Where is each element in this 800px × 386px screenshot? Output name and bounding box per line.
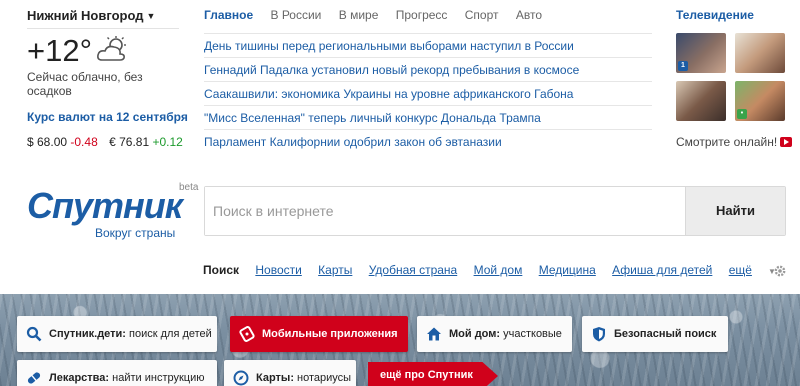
tv-channel-thumbnail[interactable]: 1 xyxy=(676,33,726,73)
tv-channel-thumbnail[interactable]: • xyxy=(735,81,785,121)
home-icon xyxy=(427,327,441,341)
search-button[interactable]: Найти xyxy=(685,187,785,235)
partly-cloudy-icon xyxy=(97,36,126,61)
watch-online-label: Смотрите онлайн! xyxy=(676,135,778,149)
news-tabs: Главное В России В мире Прогресс Спорт А… xyxy=(204,8,556,22)
services-more-link[interactable]: ещё xyxy=(729,263,752,277)
rates-title-link[interactable]: Курс валют на 12 сентября xyxy=(27,110,188,124)
news-item[interactable]: "Мисс Вселенная" теперь личный конкурс Д… xyxy=(204,105,652,129)
usd-change: -0.48 xyxy=(70,135,98,149)
tab-russia[interactable]: В России xyxy=(270,8,321,22)
news-list: День тишины перед региональными выборами… xyxy=(204,33,652,153)
news-item[interactable]: Парламент Калифорнии одобрил закон об эв… xyxy=(204,129,652,153)
search-input[interactable] xyxy=(205,187,687,235)
service-search: Поиск xyxy=(203,263,240,277)
tab-world[interactable]: В мире xyxy=(339,8,379,22)
service-news[interactable]: Новости xyxy=(255,263,301,277)
tv-title-link[interactable]: Телевидение xyxy=(676,8,754,22)
tile-my-home[interactable]: Мой дом: участковые xyxy=(417,316,572,352)
news-item[interactable]: Саакашвили: экономика Украины на уровне … xyxy=(204,81,652,105)
search-icon xyxy=(26,326,42,342)
tile-maps-notaries[interactable]: Карты: нотариусы xyxy=(224,360,356,386)
services-nav: Поиск Новости Карты Удобная страна Мой д… xyxy=(203,263,776,277)
service-maps[interactable]: Карты xyxy=(318,263,352,277)
news-item[interactable]: День тишины перед региональными выборами… xyxy=(204,33,652,57)
eur-rate: € 76.81 xyxy=(109,135,150,149)
divider xyxy=(27,28,179,29)
tile-mobile-apps[interactable]: Мобильные приложения xyxy=(230,316,408,352)
usd-rate: $ 68.00 xyxy=(27,135,68,149)
tile-title: Спутник.дети: xyxy=(49,328,126,340)
logo-tagline: Вокруг страны xyxy=(95,226,176,240)
search-form: Найти xyxy=(204,186,786,236)
currency-rates: $ 68.00 -0.48 € 76.81 +0.12 xyxy=(27,135,183,149)
tile-subtitle: участковые xyxy=(500,328,562,340)
service-kids-events[interactable]: Афиша для детей xyxy=(612,263,712,277)
logo-name: Спутник xyxy=(27,185,183,226)
mobile-app-icon xyxy=(239,326,255,342)
gear-icon[interactable] xyxy=(773,264,787,278)
tab-main[interactable]: Главное xyxy=(204,8,253,22)
pill-icon xyxy=(27,372,41,384)
tile-title: Мой дом: xyxy=(449,328,501,340)
tile-subtitle: найти инструкцию xyxy=(109,372,205,384)
tile-kids-search[interactable]: Спутник.дети: поиск для детей xyxy=(17,316,217,352)
city-name: Нижний Новгород xyxy=(27,8,144,23)
beta-badge: beta xyxy=(179,182,199,193)
tab-progress[interactable]: Прогресс xyxy=(396,8,448,22)
shield-icon xyxy=(593,327,605,342)
tile-subtitle: поиск для детей xyxy=(125,328,212,340)
weather-description: Сейчас облачно, без осадков xyxy=(27,70,143,98)
service-medicine[interactable]: Медицина xyxy=(539,263,596,277)
tile-title: Безопасный поиск xyxy=(614,328,717,340)
watch-online-link[interactable]: Смотрите онлайн! xyxy=(676,135,793,149)
channel-logo-icon: 1 xyxy=(678,61,688,71)
service-convenient-country[interactable]: Удобная страна xyxy=(369,263,458,277)
tile-medicines[interactable]: Лекарства: найти инструкцию xyxy=(17,360,217,386)
tab-sport[interactable]: Спорт xyxy=(465,8,499,22)
services-banner: Спутник.дети: поиск для детей Мобильные … xyxy=(0,294,800,386)
tile-title: Карты: xyxy=(256,372,294,384)
service-my-home[interactable]: Мой дом xyxy=(474,263,523,277)
more-about-sputnik-button[interactable]: ещё про Спутник xyxy=(368,362,498,386)
tile-subtitle: нотариусы xyxy=(293,372,352,384)
tile-title: Мобильные приложения xyxy=(262,328,398,340)
temperature: +12° xyxy=(27,33,92,68)
tile-title: Лекарства: xyxy=(49,372,110,384)
city-selector[interactable]: Нижний Новгород ▼ xyxy=(27,8,155,23)
chevron-down-icon: ▼ xyxy=(146,11,156,21)
play-icon xyxy=(780,137,793,147)
compass-icon xyxy=(233,370,249,386)
tv-channel-thumbnail[interactable] xyxy=(676,81,726,121)
news-item[interactable]: Геннадий Падалка установил новый рекорд … xyxy=(204,57,652,81)
tile-safe-search[interactable]: Безопасный поиск xyxy=(582,316,728,352)
tab-auto[interactable]: Авто xyxy=(516,8,542,22)
sputnik-logo[interactable]: Спутник beta Вокруг страны xyxy=(27,182,198,240)
eur-change: +0.12 xyxy=(152,135,183,149)
tv-channel-thumbnail[interactable] xyxy=(735,33,785,73)
channel-logo-icon: • xyxy=(737,109,747,119)
